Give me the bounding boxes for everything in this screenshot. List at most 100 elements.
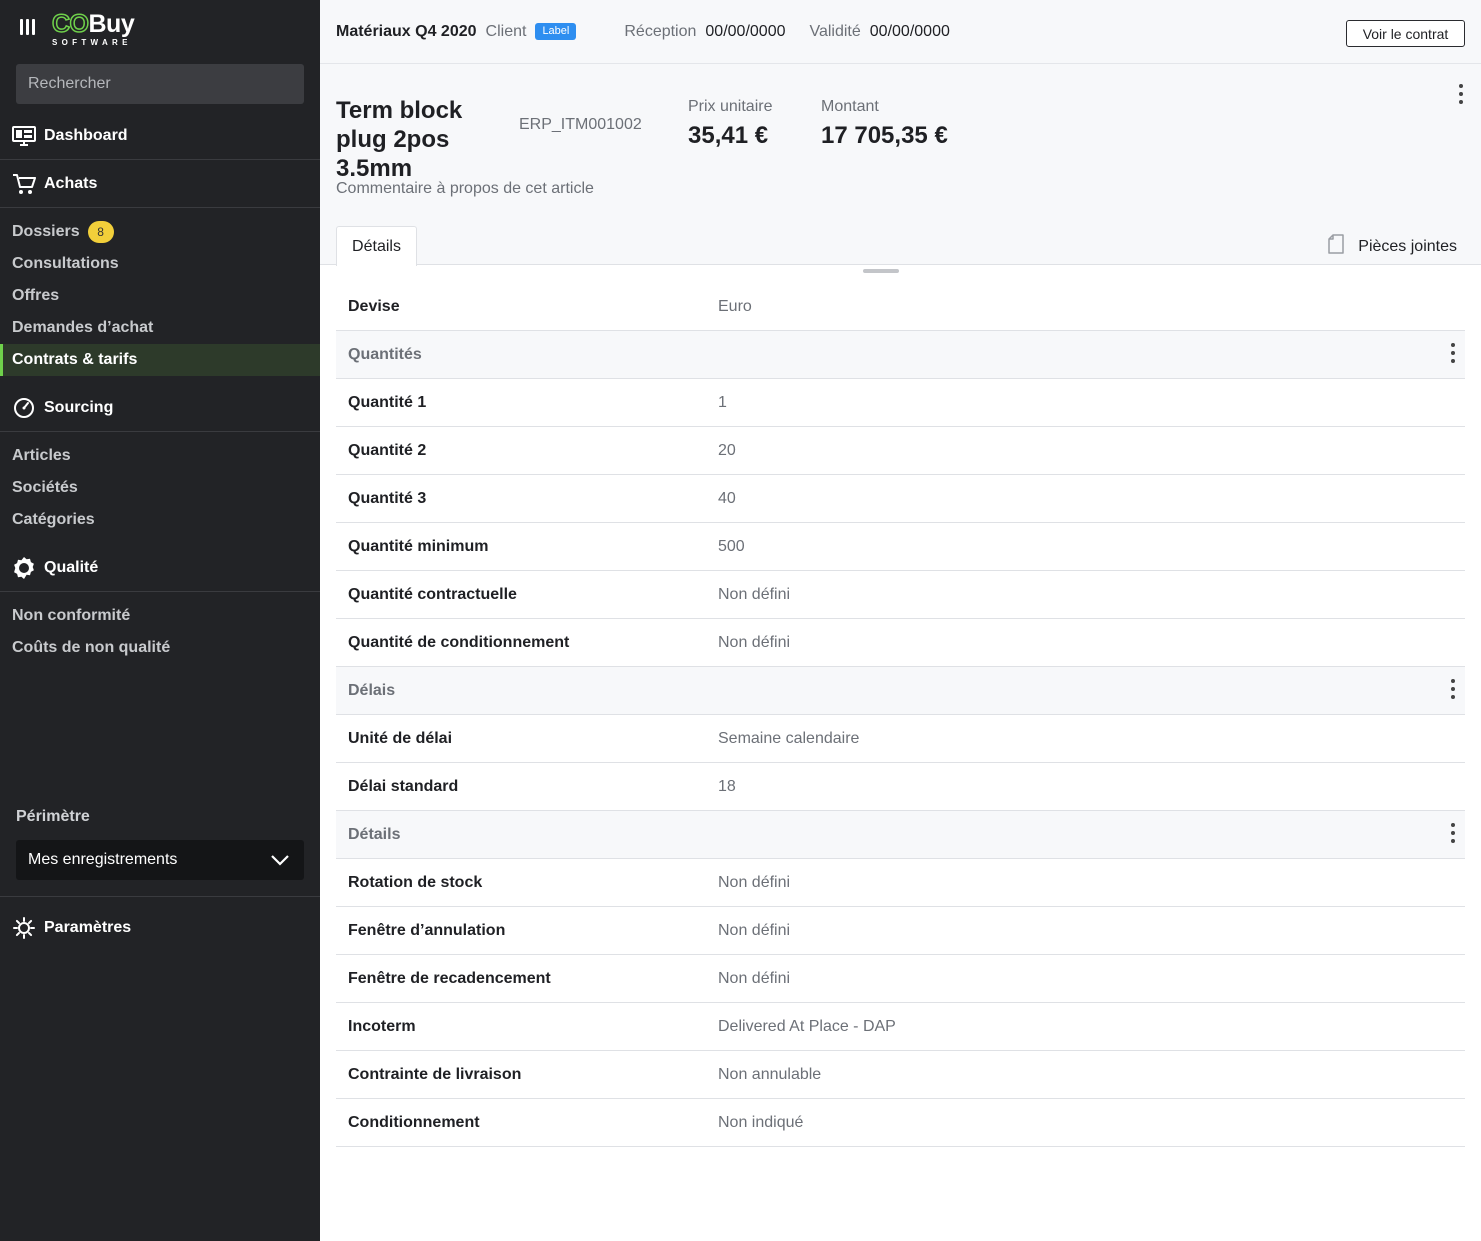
row-value: Non défini xyxy=(718,633,791,651)
search-input[interactable] xyxy=(16,64,304,104)
nav-qualite[interactable]: Qualité xyxy=(0,544,320,592)
nav-sourcing[interactable]: Sourcing xyxy=(0,384,320,432)
row-value: 20 xyxy=(718,441,736,459)
table-row: Conditionnement Non indiqué xyxy=(336,1099,1465,1147)
tab-details[interactable]: Détails xyxy=(336,226,417,266)
details-table: Devise Euro Quantités Quantité 1 1 Quantit… xyxy=(336,283,1465,1147)
compass-icon xyxy=(12,396,36,420)
section-more-options-icon[interactable] xyxy=(1451,823,1455,843)
row-value: Non défini xyxy=(718,969,791,987)
perimetre-value: Mes enregistrements xyxy=(28,851,178,868)
nav-dashboard-label: Dashboard xyxy=(44,126,128,144)
sidebar-item-label: Contrats & tarifs xyxy=(12,351,138,368)
sidebar-item-societes[interactable]: Sociétés xyxy=(0,472,320,504)
sidebar-item-consultations[interactable]: Consultations xyxy=(0,248,320,280)
cobuy-logo: COBuy SOFTWARE xyxy=(51,9,134,48)
table-row: Quantité 3 40 xyxy=(336,475,1465,523)
sidebar-item-label: Dossiers xyxy=(12,223,80,240)
table-row: Unité de délai Semaine calendaire xyxy=(336,715,1465,763)
sidebar-item-label: Articles xyxy=(12,447,71,464)
row-value: Euro xyxy=(718,297,752,315)
row-key: Fenêtre de recadencement xyxy=(348,969,551,987)
attachments-label: Pièces jointes xyxy=(1358,237,1457,255)
resize-handle[interactable] xyxy=(863,269,899,273)
contract-title: Matériaux Q4 2020 xyxy=(336,22,477,40)
row-value: 40 xyxy=(718,489,736,507)
nav-achats-label: Achats xyxy=(44,174,98,192)
sidebar-item-categories[interactable]: Catégories xyxy=(0,504,320,536)
view-contract-button[interactable]: Voir le contrat xyxy=(1346,20,1465,47)
attachments-link[interactable]: Pièces jointes xyxy=(1328,234,1457,259)
item-header: Term block plug 2pos 3.5mm ERP_ITM001002… xyxy=(320,64,1481,266)
logo-row: COBuy SOFTWARE xyxy=(0,0,320,56)
row-value: 500 xyxy=(718,537,745,555)
section-title: Détails xyxy=(348,825,401,843)
sidebar-item-contrats-tarifs[interactable]: Contrats & tarifs xyxy=(0,344,320,376)
row-key: Quantité 1 xyxy=(348,393,427,411)
sidebar-item-label: Demandes d’achat xyxy=(12,319,154,336)
row-key: Incoterm xyxy=(348,1017,416,1035)
sidebar-divider xyxy=(0,896,320,897)
unit-price-label: Prix unitaire xyxy=(688,98,773,115)
client-label: Client xyxy=(485,22,527,40)
row-key: Délai standard xyxy=(348,777,459,795)
chevron-down-icon xyxy=(270,850,290,875)
row-value: Non indiqué xyxy=(718,1113,804,1131)
nav-dashboard[interactable]: Dashboard xyxy=(0,112,320,160)
nav-achats[interactable]: Achats xyxy=(0,160,320,208)
quality-seal-icon xyxy=(12,556,36,580)
row-key: Quantité 3 xyxy=(348,489,427,507)
perimetre-select[interactable]: Mes enregistrements xyxy=(16,840,304,880)
sidebar-item-couts-non-qualite[interactable]: Coûts de non qualité xyxy=(0,632,320,664)
row-value: Non défini xyxy=(718,921,791,939)
perimetre-label: Périmètre xyxy=(16,808,90,825)
section-header-details: Détails xyxy=(336,811,1465,859)
gear-icon xyxy=(12,916,36,940)
nav-parametres[interactable]: Paramètres xyxy=(0,904,320,952)
contract-topbar: Matériaux Q4 2020 Client Label Réception… xyxy=(320,0,1481,64)
table-row: Quantité de conditionnement Non défini xyxy=(336,619,1465,667)
sidebar-item-label: Consultations xyxy=(12,255,119,272)
dossiers-count-badge: 8 xyxy=(87,221,114,243)
logo-subtitle: SOFTWARE xyxy=(52,38,132,47)
validite-label: Validité xyxy=(809,22,861,40)
row-value: Delivered At Place - DAP xyxy=(718,1017,896,1035)
sidebar-item-non-conformite[interactable]: Non conformité xyxy=(0,600,320,632)
sidebar-item-articles[interactable]: Articles xyxy=(0,440,320,472)
row-key: Quantité minimum xyxy=(348,537,489,555)
section-more-options-icon[interactable] xyxy=(1451,343,1455,363)
client-tag: Label xyxy=(535,23,577,40)
row-key: Rotation de stock xyxy=(348,873,483,891)
item-more-options-icon[interactable] xyxy=(1457,84,1465,108)
cart-icon xyxy=(12,172,36,196)
hamburger-menu-icon[interactable] xyxy=(20,19,36,37)
table-row: Quantité 2 20 xyxy=(336,427,1465,475)
sidebar-item-label: Catégories xyxy=(12,511,95,528)
item-comment: Commentaire à propos de cet article xyxy=(336,180,594,197)
row-key: Devise xyxy=(348,297,400,315)
row-value: Non annulable xyxy=(718,1065,822,1083)
section-header-delais: Délais xyxy=(336,667,1465,715)
row-value: 18 xyxy=(718,777,736,795)
sidebar-item-offres[interactable]: Offres xyxy=(0,280,320,312)
validite-value: 00/00/0000 xyxy=(869,22,950,40)
row-key: Contrainte de livraison xyxy=(348,1065,522,1083)
nav-qualite-label: Qualité xyxy=(44,558,99,576)
row-key: Quantité 2 xyxy=(348,441,427,459)
table-row: Quantité minimum 500 xyxy=(336,523,1465,571)
table-row: Délai standard 18 xyxy=(336,763,1465,811)
row-value: 1 xyxy=(718,393,727,411)
item-reference: ERP_ITM001002 xyxy=(519,116,642,133)
row-value: Non défini xyxy=(718,585,791,603)
sidebar-item-dossiers[interactable]: Dossiers 8 xyxy=(0,216,320,248)
amount-value: 17 705,35 € xyxy=(821,122,948,149)
item-name: Term block plug 2pos 3.5mm xyxy=(336,97,463,182)
sidebar-item-demandes-achat[interactable]: Demandes d’achat xyxy=(0,312,320,344)
table-row: Devise Euro xyxy=(336,283,1465,331)
section-header-quantites: Quantités xyxy=(336,331,1465,379)
document-icon xyxy=(1328,234,1345,259)
sidebar-item-label: Sociétés xyxy=(12,479,78,496)
row-key: Fenêtre d’annulation xyxy=(348,921,506,939)
nav-sourcing-label: Sourcing xyxy=(44,398,114,416)
section-more-options-icon[interactable] xyxy=(1451,679,1455,699)
